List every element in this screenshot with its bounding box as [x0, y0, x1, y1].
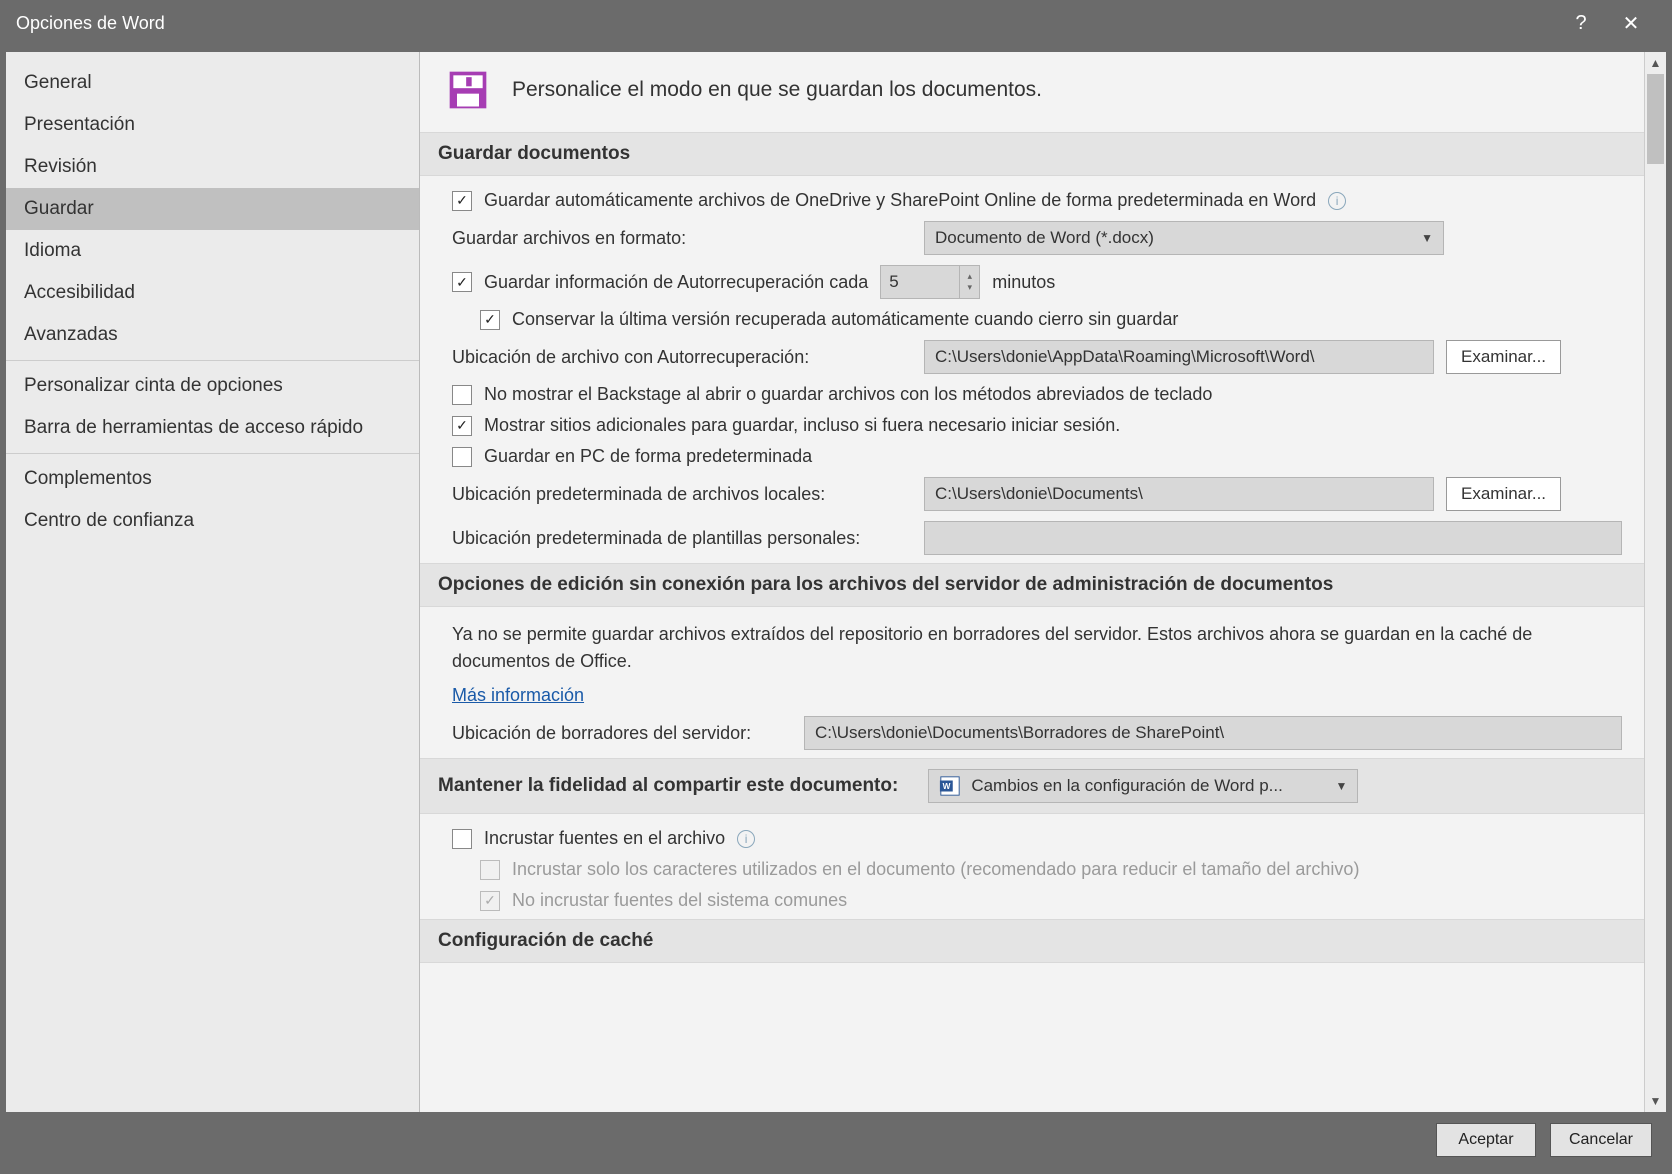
page-title: Personalice el modo en que se guardan lo…: [512, 78, 1042, 102]
checkbox-embed-used: [480, 860, 500, 880]
info-icon[interactable]: i: [1328, 192, 1346, 210]
vertical-scrollbar[interactable]: ▲ ▼: [1644, 52, 1666, 1112]
section-save-documents: Guardar documentos: [420, 132, 1644, 176]
checkbox-embed-sys: ✓: [480, 891, 500, 911]
info-icon[interactable]: i: [737, 830, 755, 848]
input-recoverloc[interactable]: C:\Users\donie\AppData\Roaming\Microsoft…: [924, 340, 1434, 374]
label-autorecover: Guardar información de Autorrecuperación…: [484, 272, 868, 293]
checkbox-savepc[interactable]: [452, 447, 472, 467]
sidebar-item-guardar[interactable]: Guardar: [6, 188, 419, 230]
input-templateloc[interactable]: [924, 521, 1622, 555]
sidebar-item-accesibilidad[interactable]: Accesibilidad: [6, 272, 419, 314]
sidebar-item-presentacion[interactable]: Presentación: [6, 104, 419, 146]
section-offline-editing: Opciones de edición sin conexión para lo…: [420, 563, 1644, 607]
options-sidebar: General Presentación Revisión Guardar Id…: [6, 52, 420, 1112]
input-localloc[interactable]: C:\Users\donie\Documents\: [924, 477, 1434, 511]
label-localloc: Ubicación predeterminada de archivos loc…: [452, 484, 912, 505]
label-savepc: Guardar en PC de forma predeterminada: [484, 446, 812, 467]
options-content: Personalice el modo en que se guardan lo…: [420, 52, 1644, 1112]
sidebar-item-cinta[interactable]: Personalizar cinta de opciones: [6, 365, 419, 407]
checkbox-embed-fonts[interactable]: [452, 829, 472, 849]
label-keeplast: Conservar la última versión recuperada a…: [512, 309, 1178, 330]
window-title: Opciones de Word: [16, 13, 165, 34]
label-draftsloc: Ubicación de borradores del servidor:: [452, 723, 792, 744]
client-area: General Presentación Revisión Guardar Id…: [0, 46, 1672, 1174]
label-templateloc: Ubicación predeterminada de plantillas p…: [452, 528, 912, 549]
titlebar: Opciones de Word ? ✕: [0, 0, 1672, 46]
svg-text:W: W: [943, 782, 951, 791]
scrollbar-thumb[interactable]: [1647, 74, 1664, 164]
help-button[interactable]: ?: [1556, 0, 1606, 46]
sidebar-item-complementos[interactable]: Complementos: [6, 458, 419, 500]
offline-description: Ya no se permite guardar archivos extraí…: [452, 621, 1622, 675]
chevron-down-icon: ▼: [1335, 779, 1347, 793]
checkbox-nobackstage[interactable]: [452, 385, 472, 405]
label-nobackstage: No mostrar el Backstage al abrir o guard…: [484, 384, 1212, 405]
sidebar-item-idioma[interactable]: Idioma: [6, 230, 419, 272]
dropdown-document[interactable]: W Cambios en la configuración de Word p.…: [928, 769, 1358, 803]
browse-local-button[interactable]: Examinar...: [1446, 477, 1561, 511]
label-minutes: minutos: [992, 272, 1055, 293]
cancel-button[interactable]: Cancelar: [1550, 1123, 1652, 1157]
sidebar-item-revision[interactable]: Revisión: [6, 146, 419, 188]
label-format: Guardar archivos en formato:: [452, 228, 912, 249]
browse-recover-button[interactable]: Examinar...: [1446, 340, 1561, 374]
dropdown-format[interactable]: Documento de Word (*.docx) ▼: [924, 221, 1444, 255]
close-button[interactable]: ✕: [1606, 0, 1656, 46]
ok-button[interactable]: Aceptar: [1436, 1123, 1536, 1157]
sidebar-item-general[interactable]: General: [6, 62, 419, 104]
chevron-down-icon: ▼: [1421, 231, 1433, 245]
label-embed-sys: No incrustar fuentes del sistema comunes: [512, 890, 847, 911]
sidebar-item-toolbar[interactable]: Barra de herramientas de acceso rápido: [6, 407, 419, 449]
scroll-up-icon[interactable]: ▲: [1645, 52, 1666, 74]
section-cache: Configuración de caché: [420, 919, 1644, 963]
sidebar-item-avanzadas[interactable]: Avanzadas: [6, 314, 419, 356]
checkbox-addplaces[interactable]: ✓: [452, 416, 472, 436]
checkbox-keeplast[interactable]: ✓: [480, 310, 500, 330]
label-addplaces: Mostrar sitios adicionales para guardar,…: [484, 415, 1120, 436]
dialog-buttons: Aceptar Cancelar: [6, 1112, 1666, 1168]
checkbox-autosave[interactable]: ✓: [452, 191, 472, 211]
input-draftsloc[interactable]: C:\Users\donie\Documents\Borradores de S…: [804, 716, 1622, 750]
label-embed-used: Incrustar solo los caracteres utilizados…: [512, 859, 1359, 880]
input-autorecover[interactable]: [880, 265, 960, 299]
scroll-down-icon[interactable]: ▼: [1645, 1090, 1666, 1112]
save-icon: [444, 66, 492, 114]
sidebar-item-confianza[interactable]: Centro de confianza: [6, 500, 419, 542]
spinner-autorecover-minutes[interactable]: ▴▾: [880, 265, 980, 299]
checkbox-autorecover[interactable]: ✓: [452, 272, 472, 292]
label-embed-fonts: Incrustar fuentes en el archivo: [484, 828, 725, 849]
more-info-link[interactable]: Más información: [452, 685, 584, 705]
section-fidelity: Mantener la fidelidad al compartir este …: [420, 758, 1644, 814]
word-doc-icon: W: [939, 775, 961, 797]
label-fidelity: Mantener la fidelidad al compartir este …: [438, 775, 898, 797]
label-autosave: Guardar automáticamente archivos de OneD…: [484, 190, 1316, 211]
label-recoverloc: Ubicación de archivo con Autorrecuperaci…: [452, 347, 912, 368]
